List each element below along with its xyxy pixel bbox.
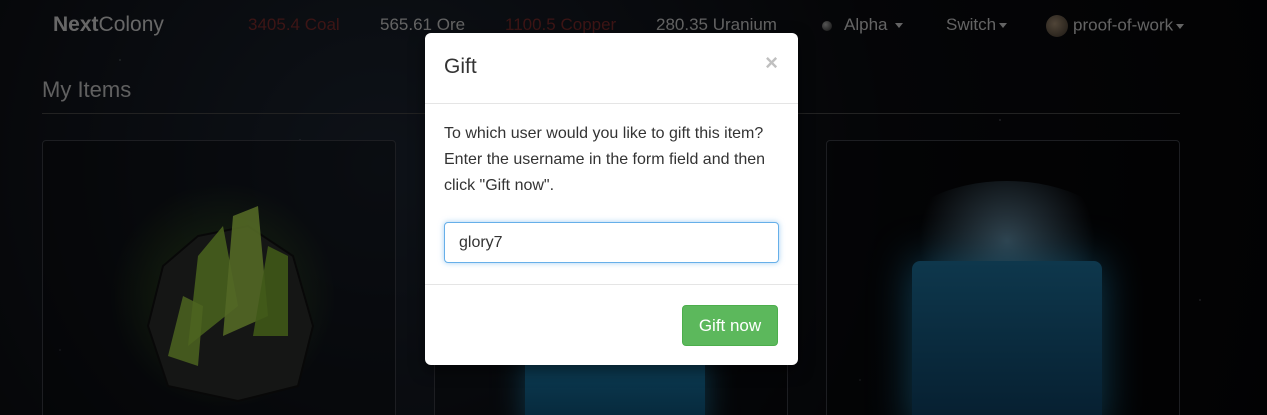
close-icon[interactable]: × — [765, 50, 778, 76]
modal-title: Gift — [444, 55, 477, 78]
modal-instructions: To which user would you like to gift thi… — [444, 125, 766, 194]
modal-header: Gift × — [425, 33, 798, 104]
page: NextColony 3405.4 Coal 565.61 Ore 1100.5… — [0, 0, 1267, 415]
username-input[interactable] — [444, 222, 779, 263]
gift-modal: Gift × To which user would you like to g… — [425, 33, 798, 365]
gift-now-button[interactable]: Gift now — [682, 305, 778, 346]
modal-footer: Gift now — [425, 284, 798, 366]
